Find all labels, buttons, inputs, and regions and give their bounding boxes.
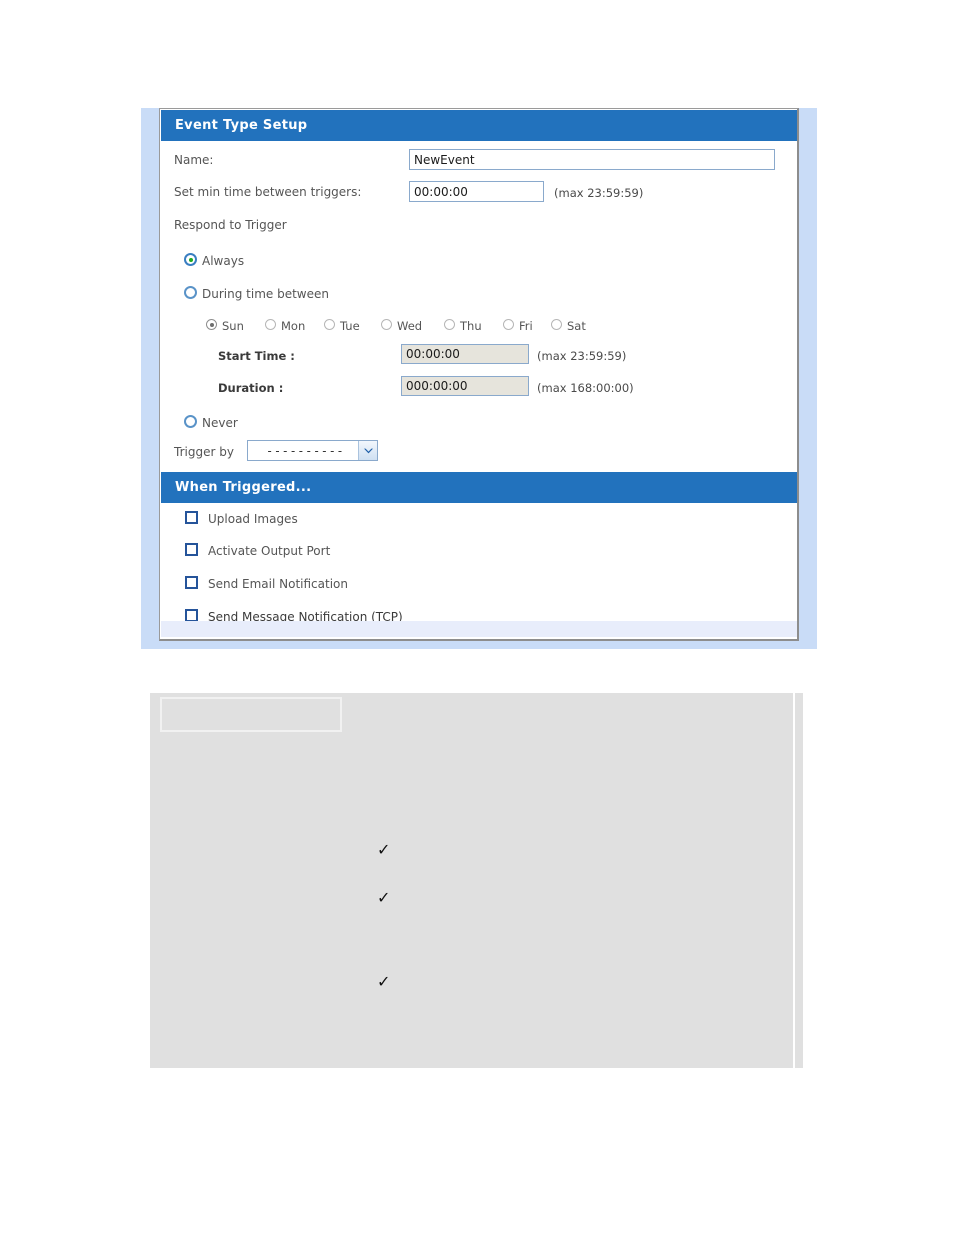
radio-day-thu-label: Thu	[460, 319, 482, 333]
table-header-cell	[160, 697, 342, 732]
radio-day-mon[interactable]	[265, 319, 276, 330]
duration-input[interactable]	[401, 376, 529, 396]
radio-respond-during-time-between[interactable]	[184, 286, 197, 299]
radio-day-sat[interactable]	[551, 319, 562, 330]
radio-respond-always[interactable]	[184, 253, 197, 266]
radio-day-sun-label: Sun	[222, 319, 244, 333]
lower-gray-table: ✓ ✓ ✓	[150, 693, 803, 1068]
trigger-by-label: Trigger by	[174, 445, 234, 459]
radio-day-wed-label: Wed	[397, 319, 423, 333]
section-header-event-type-setup: Event Type Setup	[161, 110, 797, 141]
name-input[interactable]	[409, 149, 775, 170]
radio-day-tue[interactable]	[324, 319, 335, 330]
min-time-between-triggers-input[interactable]	[409, 181, 544, 202]
radio-day-sun[interactable]	[206, 319, 217, 330]
trigger-by-select-value: ----------	[266, 443, 345, 458]
start-time-hint: (max 23:59:59)	[537, 349, 627, 363]
radio-day-tue-label: Tue	[340, 319, 360, 333]
start-time-label: Start Time :	[218, 349, 295, 363]
checkbox-send-email-notification[interactable]	[185, 576, 198, 589]
table-check-icon-2: ✓	[377, 888, 391, 907]
event-type-setup-panel: Event Type Setup Name: Set min time betw…	[159, 108, 799, 641]
radio-respond-during-time-between-label: During time between	[202, 287, 329, 301]
table-right-divider	[793, 693, 795, 1068]
name-label: Name:	[174, 153, 214, 167]
radio-day-fri-label: Fri	[519, 319, 533, 333]
checkbox-upload-images[interactable]	[185, 511, 198, 524]
radio-respond-never[interactable]	[184, 415, 197, 428]
radio-day-sat-label: Sat	[567, 319, 586, 333]
radio-day-thu[interactable]	[444, 319, 455, 330]
start-time-input[interactable]	[401, 344, 529, 364]
radio-day-fri[interactable]	[503, 319, 514, 330]
chevron-down-icon[interactable]	[358, 441, 377, 460]
respond-to-trigger-label: Respond to Trigger	[174, 218, 287, 232]
checkbox-activate-output-port-label: Activate Output Port	[208, 544, 331, 558]
event-type-setup-panel-frame: Event Type Setup Name: Set min time betw…	[141, 108, 817, 649]
checkbox-upload-images-label: Upload Images	[208, 512, 298, 526]
checkbox-activate-output-port[interactable]	[185, 543, 198, 556]
min-time-between-triggers-label: Set min time between triggers:	[174, 185, 362, 199]
radio-respond-always-label: Always	[202, 254, 245, 268]
checkbox-send-email-notification-label: Send Email Notification	[208, 577, 348, 591]
radio-day-mon-label: Mon	[281, 319, 306, 333]
trigger-by-select[interactable]: ----------	[247, 440, 378, 461]
radio-day-wed[interactable]	[381, 319, 392, 330]
table-check-icon-1: ✓	[377, 840, 391, 859]
table-check-icon-3: ✓	[377, 972, 391, 991]
min-time-hint: (max 23:59:59)	[554, 186, 644, 200]
panel-footer-strip	[161, 621, 797, 637]
section-header-when-triggered: When Triggered...	[161, 472, 797, 503]
duration-hint: (max 168:00:00)	[537, 381, 634, 395]
duration-label: Duration :	[218, 381, 284, 395]
radio-respond-never-label: Never	[202, 416, 238, 430]
